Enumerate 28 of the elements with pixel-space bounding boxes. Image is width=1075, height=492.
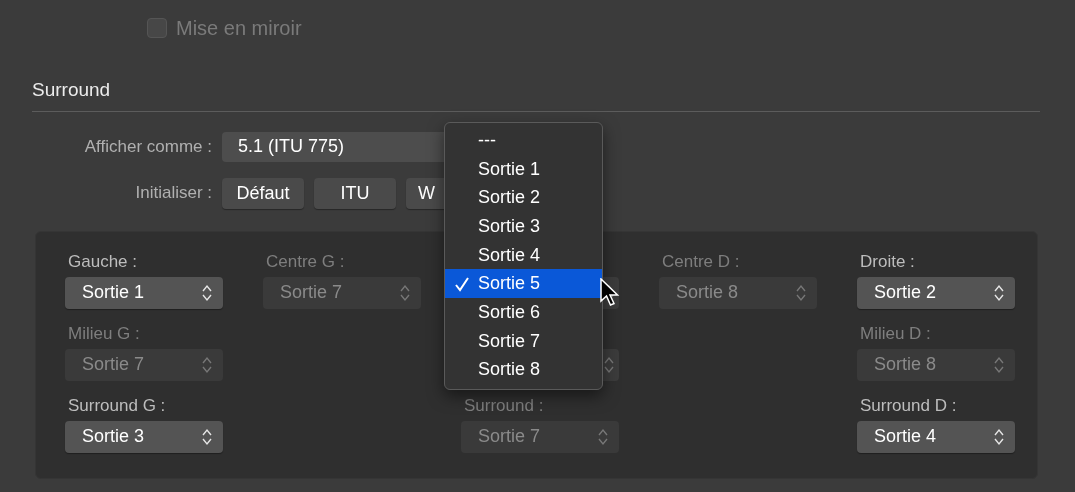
menu-item[interactable]: Sortie 4: [445, 240, 602, 270]
check-icon: [453, 275, 470, 292]
channel-label: Centre D :: [661, 250, 741, 273]
menu-item[interactable]: Sortie 2: [445, 183, 602, 213]
section-title: Surround: [32, 78, 111, 102]
channel-label: Surround :: [463, 394, 545, 417]
channel-label: Milieu D :: [859, 322, 932, 345]
mirror-label: Mise en miroir: [176, 16, 302, 41]
display-as-label: Afficher comme :: [83, 135, 212, 158]
menu-item[interactable]: Sortie 3: [445, 212, 602, 241]
reset-button[interactable]: Défaut: [222, 177, 304, 209]
reset-button[interactable]: ITU: [314, 177, 396, 209]
menu-item[interactable]: Sortie 5: [445, 269, 602, 299]
output-select[interactable]: Sortie 2: [857, 276, 1015, 309]
channel-label: Surround G :: [67, 394, 167, 417]
output-select[interactable]: Sortie 4: [857, 420, 1015, 453]
output-select[interactable]: Sortie 1: [65, 276, 223, 309]
menu-item[interactable]: Sortie 8: [445, 355, 602, 385]
menu-item[interactable]: Sortie 7: [445, 326, 602, 356]
channel-label: Surround D :: [859, 394, 958, 417]
output-select[interactable]: Sortie 3: [65, 420, 223, 453]
channel-label: Droite :: [859, 250, 916, 273]
channel-label: Centre G :: [265, 250, 346, 273]
menu-item[interactable]: Sortie 6: [445, 298, 602, 327]
channel-label: Gauche :: [67, 250, 138, 273]
cursor-icon: [600, 278, 620, 308]
reset-label: Initialiser :: [134, 182, 212, 205]
channel-label: Milieu G :: [67, 322, 141, 345]
